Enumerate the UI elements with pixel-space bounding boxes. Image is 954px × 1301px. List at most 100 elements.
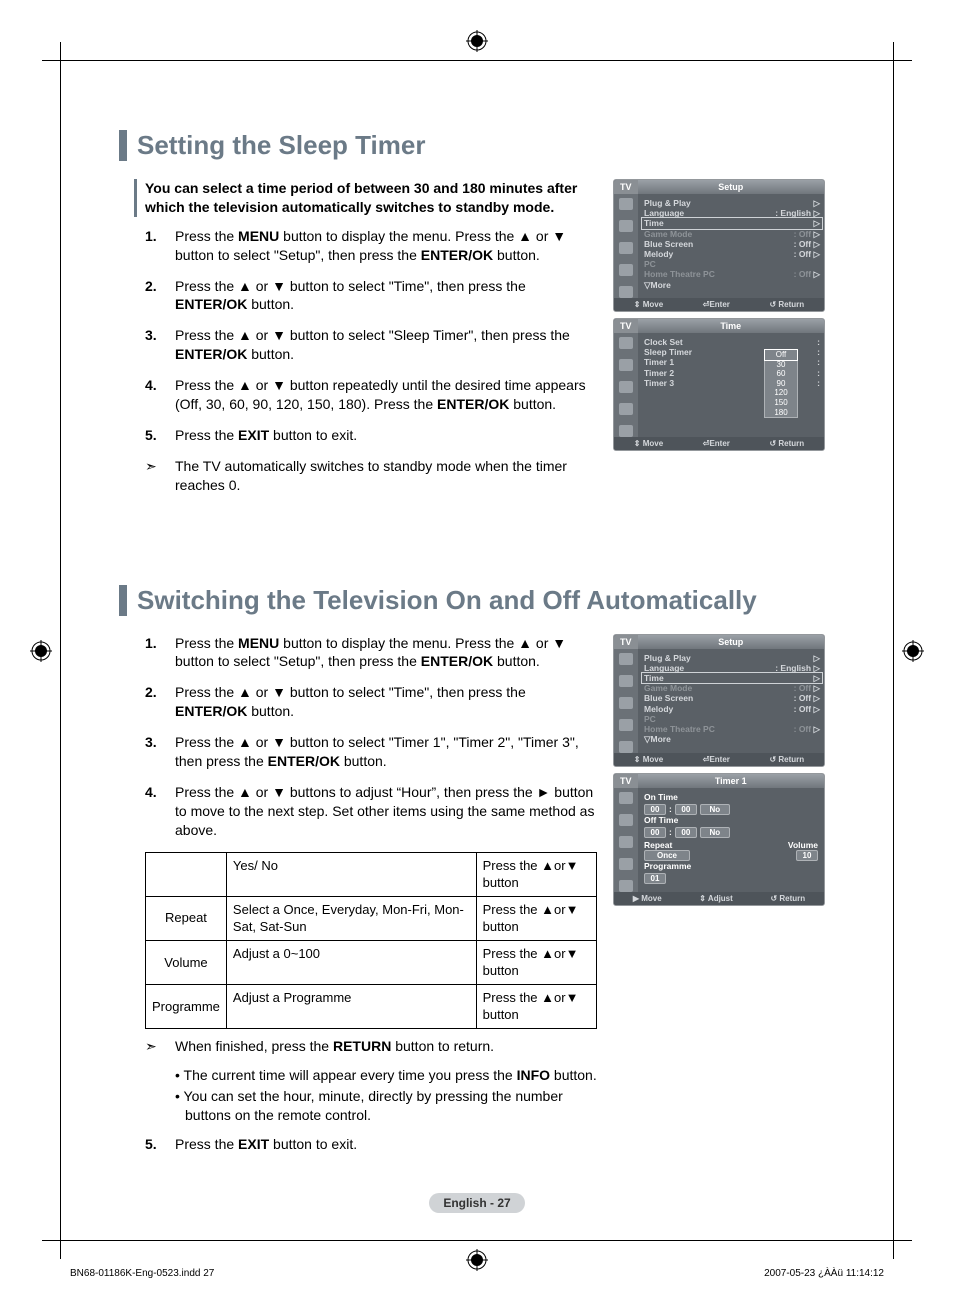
osd-timer1-panel: TVTimer 1 On Time 00:00 No Off Time 00:0… (613, 773, 825, 906)
intro-text: You can select a time period of between … (134, 179, 597, 217)
osd-footer-hint: ↺ Return (769, 300, 804, 309)
osd-menu-item: Game Mode: Off ▷ (644, 683, 820, 693)
osd-tv-badge: TV (614, 180, 638, 194)
osd-menu-item: Time ▷ (642, 673, 822, 683)
options-table: Yes/ NoPress the ▲or▼ buttonRepeatSelect… (145, 852, 597, 1029)
table-cell: Yes/ No (226, 852, 476, 896)
osd-off-state: No (700, 827, 730, 838)
step-text: Press the ▲ or ▼ button to select "Time"… (175, 277, 597, 315)
osd-programme-label: Programme (644, 861, 818, 871)
osd-off-hour: 00 (644, 827, 666, 838)
table-cell: Press the ▲or▼ button (476, 940, 596, 984)
osd-menu-item: Melody: Off ▷ (644, 704, 820, 714)
osd-popup-option: 30 (765, 360, 797, 370)
osd-footer-hint: ↺ Return (769, 755, 804, 764)
step-text: Press the EXIT button to exit. (175, 426, 357, 445)
registration-mark-icon (30, 640, 52, 662)
osd-menu-item: PC (644, 259, 820, 269)
osd-menu-item: Blue Screen: Off ▷ (644, 693, 820, 703)
osd-menu-item: Home Theatre PC: Off ▷ (644, 269, 820, 279)
registration-mark-icon (902, 640, 924, 662)
osd-footer-hint: ↺ Return (770, 894, 805, 903)
table-cell: Repeat (146, 896, 227, 940)
osd-menu-item: PC (644, 714, 820, 724)
table-cell: Adjust a Programme (226, 984, 476, 1028)
osd-volume-value: 10 (796, 850, 818, 861)
table-cell: Press the ▲or▼ button (476, 984, 596, 1028)
osd-popup-option: Off (765, 350, 797, 360)
table-cell: Volume (146, 940, 227, 984)
osd-time-panel: TVTime Clock Set:Sleep Timer:Timer 1:Tim… (613, 318, 825, 451)
step-text: Press the ▲ or ▼ button to select "Time"… (175, 683, 597, 721)
osd-footer-hint: ↺ Return (769, 439, 804, 448)
osd-footer-hint: ⏎Enter (703, 755, 730, 764)
osd-popup-option: 180 (765, 408, 797, 418)
osd-title: Setup (638, 635, 824, 649)
step-text: Press the ▲ or ▼ buttons to adjust “Hour… (175, 783, 597, 840)
table-cell: Press the ▲or▼ button (476, 896, 596, 940)
osd-footer-hint: ⏎Enter (703, 439, 730, 448)
step-text: Press the ▲ or ▼ button to select "Sleep… (175, 326, 597, 364)
osd-off-time-label: Off Time (644, 815, 818, 825)
step-text: Press the EXIT button to exit. (175, 1135, 357, 1154)
osd-tv-badge: TV (614, 635, 638, 649)
osd-footer-hint: ⇕ Move (634, 300, 663, 309)
osd-volume-label: Volume (788, 840, 818, 850)
note-arrow-icon: ➣ (145, 457, 165, 495)
step-text: Press the ▲ or ▼ button to select "Timer… (175, 733, 597, 771)
osd-title: Timer 1 (638, 774, 824, 788)
osd-on-state: No (700, 804, 730, 815)
note-text: When finished, press the RETURN button t… (175, 1037, 494, 1056)
osd-on-time-label: On Time (644, 792, 818, 802)
osd-menu-item: Clock Set: (644, 337, 820, 347)
osd-popup-option: 60 (765, 369, 797, 379)
osd-menu-item: Game Mode: Off ▷ (644, 229, 820, 239)
section-title: Setting the Sleep Timer (119, 130, 825, 161)
osd-off-min: 00 (675, 827, 697, 838)
osd-menu-item: Time ▷ (642, 218, 822, 228)
osd-footer-hint: ▶ Move (633, 894, 662, 903)
osd-popup-option: 90 (765, 379, 797, 389)
table-cell: Programme (146, 984, 227, 1028)
osd-menu-item: Home Theatre PC: Off ▷ (644, 724, 820, 734)
osd-footer-hint: ⇕ Adjust (699, 894, 733, 903)
osd-tv-badge: TV (614, 774, 638, 788)
osd-setup-panel: TVSetup Plug & Play ▷Language: English ▷… (613, 179, 825, 312)
osd-popup-option: 150 (765, 398, 797, 408)
table-cell: Select a Once, Everyday, Mon-Fri, Mon-Sa… (226, 896, 476, 940)
table-cell: Adjust a 0~100 (226, 940, 476, 984)
bullet-item: • You can set the hour, minute, directly… (175, 1087, 597, 1125)
table-cell (146, 852, 227, 896)
bullet-item: • The current time will appear every tim… (175, 1066, 597, 1085)
section-title: Switching the Television On and Off Auto… (119, 585, 825, 616)
step-text: Press the MENU button to display the men… (175, 634, 597, 672)
osd-menu-item: Plug & Play ▷ (644, 653, 820, 663)
table-cell: Press the ▲or▼ button (476, 852, 596, 896)
step-text: Press the ▲ or ▼ button repeatedly until… (175, 376, 597, 414)
osd-sleep-popup: Off306090120150180 (764, 349, 798, 418)
osd-popup-option: 120 (765, 388, 797, 398)
osd-repeat-label: Repeat (644, 840, 672, 850)
osd-on-hour: 00 (644, 804, 666, 815)
osd-menu-item: ▽More (644, 734, 820, 744)
osd-on-min: 00 (675, 804, 697, 815)
step-text: Press the MENU button to display the men… (175, 227, 597, 265)
osd-menu-item: ▽More (644, 280, 820, 290)
osd-menu-item: Language: English ▷ (644, 208, 820, 218)
footer-date: 2007-05-23 ¿ÀÀü 11:14:12 (764, 1268, 884, 1279)
footer-file: BN68-01186K-Eng-0523.indd 27 (70, 1268, 214, 1279)
osd-menu-item: Blue Screen: Off ▷ (644, 239, 820, 249)
osd-menu-item: Melody: Off ▷ (644, 249, 820, 259)
osd-title: Setup (638, 180, 824, 194)
registration-mark-icon (466, 30, 488, 52)
note-arrow-icon: ➣ (145, 1037, 165, 1056)
page-number: English - 27 (0, 1193, 954, 1213)
osd-repeat-value: Once (644, 850, 690, 861)
osd-programme-value: 01 (644, 873, 666, 884)
osd-footer-hint: ⏎Enter (703, 300, 730, 309)
osd-footer-hint: ⇕ Move (634, 755, 663, 764)
osd-menu-item: Language: English ▷ (644, 663, 820, 673)
osd-tv-badge: TV (614, 319, 638, 333)
osd-footer-hint: ⇕ Move (634, 439, 663, 448)
note-text: The TV automatically switches to standby… (175, 457, 597, 495)
